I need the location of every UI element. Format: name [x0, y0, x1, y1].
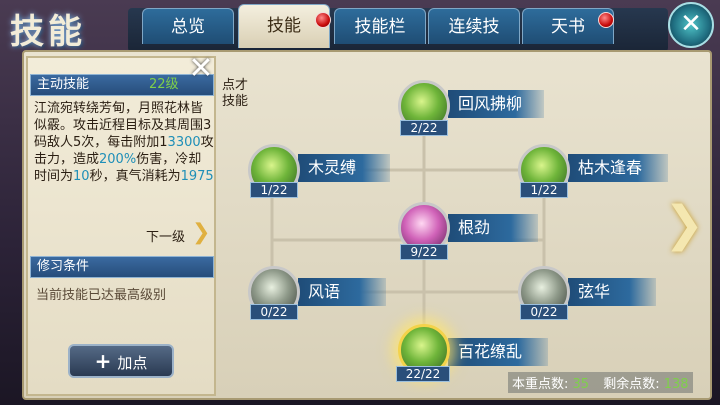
- skill-type-label: 主动技能: [37, 77, 90, 92]
- skill-points-summary: 本重点数: 35 剩余点数: 138: [508, 372, 693, 393]
- remaining-points-value: 138: [663, 377, 689, 392]
- skill-type-header: 主动技能 22级: [30, 74, 214, 96]
- desc-value-damage: 3300: [167, 135, 201, 150]
- skill-name: 百花缭乱: [448, 338, 548, 366]
- skill-description: 江流宛转绕芳甸，月照花林皆似霰。攻击近程目标及其周围3码敌人5次，每击附加133…: [34, 100, 214, 185]
- requirements-text: 当前技能已达最高级别: [36, 288, 167, 303]
- requirements-header: 修习条件: [30, 256, 214, 278]
- next-page-arrow-icon[interactable]: ❯: [664, 196, 704, 252]
- skill-level: 1/22: [250, 182, 298, 198]
- desc-value-cooldown: 10: [73, 169, 90, 184]
- requirements-label: 修习条件: [37, 259, 90, 274]
- skill-level: 9/22: [400, 244, 448, 260]
- skill-name: 回风拂柳: [448, 90, 544, 118]
- add-point-button[interactable]: + 加点: [68, 344, 174, 378]
- skill-level: 2/22: [400, 120, 448, 136]
- current-points-label: 本重点数:: [512, 377, 569, 392]
- skill-level-label: 22级: [149, 77, 179, 92]
- skill-name: 风语: [298, 278, 386, 306]
- next-level-label[interactable]: 下一级: [146, 226, 185, 245]
- chevron-right-icon[interactable]: ❯: [192, 220, 210, 246]
- skill-level: 1/22: [520, 182, 568, 198]
- close-info-icon[interactable]: ✕: [188, 54, 214, 84]
- desc-value-percent: 200%: [99, 152, 137, 167]
- current-points-value: 35: [572, 377, 590, 392]
- skill-name: 弦华: [568, 278, 656, 306]
- skill-name: 木灵缚: [298, 154, 390, 182]
- skill-level: 0/22: [520, 304, 568, 320]
- skill-level: 22/22: [396, 366, 450, 382]
- skill-name: 根劲: [448, 214, 538, 242]
- plus-icon: +: [94, 349, 112, 373]
- add-point-label: 加点: [117, 354, 148, 372]
- desc-part: 秒，真气消耗为: [89, 169, 181, 184]
- remaining-points-label: 剩余点数:: [603, 377, 660, 392]
- desc-value-mana: 1975: [180, 169, 214, 184]
- skill-name: 枯木逢春: [568, 154, 668, 182]
- skill-level: 0/22: [250, 304, 298, 320]
